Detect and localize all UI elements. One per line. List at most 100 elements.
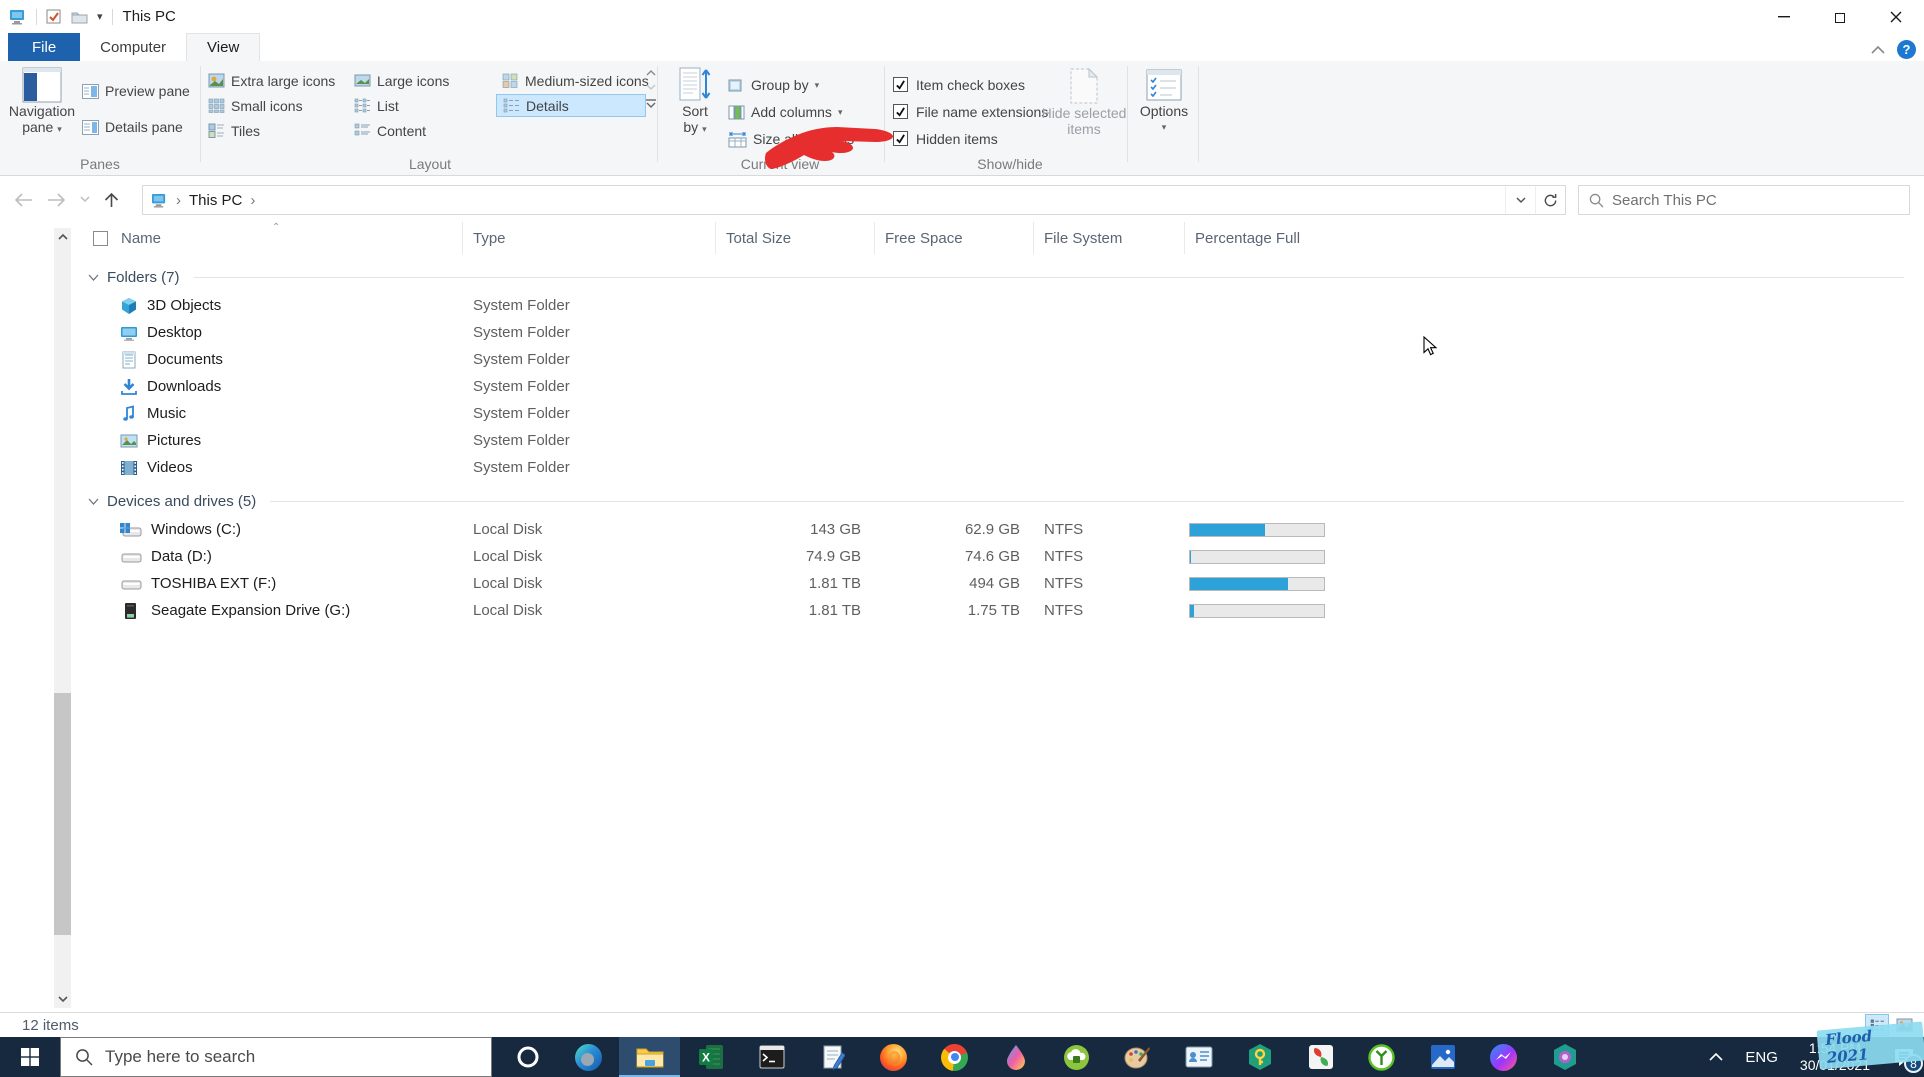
download-manager-app-icon[interactable] bbox=[1290, 1037, 1351, 1077]
options-button[interactable]: Options ▾ bbox=[1136, 67, 1192, 135]
content-icon bbox=[354, 123, 370, 136]
pictures-icon bbox=[120, 434, 138, 447]
qat-customize-chevron-icon[interactable]: ▾ bbox=[97, 10, 103, 23]
explorer-search-box[interactable] bbox=[1578, 185, 1910, 215]
group-header-devices[interactable]: Devices and drives (5) bbox=[88, 486, 1904, 516]
contact-card-app-icon[interactable] bbox=[1168, 1037, 1229, 1077]
scrollbar-thumb[interactable] bbox=[54, 693, 71, 935]
column-header-total-size[interactable]: Total Size bbox=[716, 222, 875, 254]
scroll-up-icon[interactable] bbox=[54, 228, 71, 245]
minimize-button[interactable] bbox=[1756, 0, 1812, 33]
teardrop-app-icon[interactable] bbox=[985, 1037, 1046, 1077]
command-prompt-icon[interactable] bbox=[741, 1037, 802, 1077]
layout-large-icons[interactable]: Large icons bbox=[348, 69, 455, 92]
scroll-down-icon[interactable] bbox=[54, 991, 71, 1008]
password-manager-app-icon[interactable] bbox=[1229, 1037, 1290, 1077]
list-item-toshiba-f[interactable]: TOSHIBA EXT (F:) Local Disk 1.81 TB 494 … bbox=[92, 570, 1924, 597]
paint-icon[interactable] bbox=[1107, 1037, 1168, 1077]
preview-pane-button[interactable]: Preview pane bbox=[82, 79, 190, 103]
edge-icon[interactable] bbox=[558, 1037, 619, 1077]
list-item-pictures[interactable]: Pictures System Folder bbox=[92, 427, 1924, 454]
list-item-windows-c[interactable]: Windows (C:) Local Disk 143 GB 62.9 GB N… bbox=[92, 516, 1924, 543]
file-explorer-icon[interactable] bbox=[619, 1037, 680, 1077]
new-folder-icon[interactable] bbox=[71, 10, 88, 24]
address-field[interactable]: › This PC › bbox=[142, 185, 1566, 215]
left-scrollbar[interactable] bbox=[54, 228, 71, 1008]
cortana-icon[interactable] bbox=[497, 1037, 558, 1077]
tab-view[interactable]: View bbox=[186, 33, 261, 61]
taskbar-search-box[interactable] bbox=[60, 1037, 492, 1077]
group-label-layout: Layout bbox=[408, 156, 452, 172]
layout-details-selected[interactable]: Details bbox=[496, 94, 646, 117]
chrome-icon[interactable] bbox=[924, 1037, 985, 1077]
list-item-music[interactable]: Music System Folder bbox=[92, 400, 1924, 427]
tab-computer[interactable]: Computer bbox=[80, 33, 186, 61]
firefox-icon[interactable] bbox=[863, 1037, 924, 1077]
refresh-icon[interactable] bbox=[1535, 186, 1565, 214]
hide-selected-items-button[interactable]: Hide selected items bbox=[1038, 67, 1130, 137]
properties-check-icon[interactable] bbox=[46, 9, 62, 25]
layout-medium-icons[interactable]: Medium-sized icons bbox=[496, 69, 655, 92]
layout-more-icon[interactable] bbox=[645, 99, 657, 109]
cloud-backup-app-icon[interactable] bbox=[1046, 1037, 1107, 1077]
security-app-icon[interactable] bbox=[1534, 1037, 1595, 1077]
file-name-extensions-checkbox[interactable]: File name extensions bbox=[893, 100, 1048, 123]
column-header-free-space[interactable]: Free Space bbox=[875, 222, 1034, 254]
help-icon[interactable]: ? bbox=[1897, 40, 1916, 59]
list-item-data-d[interactable]: Data (D:) Local Disk 74.9 GB 74.6 GB NTF… bbox=[92, 543, 1924, 570]
start-button[interactable] bbox=[0, 1037, 60, 1077]
restore-button[interactable] bbox=[1812, 0, 1868, 33]
breadcrumb-chevron-icon[interactable]: › bbox=[250, 192, 255, 209]
close-button[interactable] bbox=[1868, 0, 1924, 33]
treesize-app-icon[interactable] bbox=[1351, 1037, 1412, 1077]
up-icon[interactable] bbox=[104, 192, 119, 208]
layout-list[interactable]: List bbox=[348, 94, 405, 117]
list-item-3d-objects[interactable]: 3D Objects System Folder bbox=[92, 292, 1924, 319]
back-icon[interactable] bbox=[14, 192, 33, 207]
layout-tiles[interactable]: Tiles bbox=[202, 119, 266, 142]
music-icon bbox=[123, 404, 134, 421]
recent-locations-chevron-icon[interactable] bbox=[80, 196, 90, 203]
details-pane-button[interactable]: Details pane bbox=[82, 115, 183, 139]
group-collapse-chevron-icon[interactable] bbox=[88, 274, 99, 281]
sort-by-button[interactable]: Sort by ▾ bbox=[672, 67, 718, 137]
column-header-type[interactable]: Type bbox=[463, 222, 716, 254]
tray-show-hidden-icons-chevron[interactable] bbox=[1709, 1053, 1723, 1061]
address-dropdown-chevron-icon[interactable] bbox=[1505, 186, 1535, 214]
taskbar-search-input[interactable] bbox=[105, 1047, 435, 1067]
group-by-button[interactable]: Group by ▾ bbox=[728, 73, 819, 97]
layout-small-icons[interactable]: Small icons bbox=[202, 94, 309, 117]
list-item-seagate-g[interactable]: Seagate Expansion Drive (G:) Local Disk … bbox=[92, 597, 1924, 624]
list-item-downloads[interactable]: Downloads System Folder bbox=[92, 373, 1924, 400]
breadcrumb[interactable]: › This PC › bbox=[143, 192, 1505, 209]
list-item-videos[interactable]: Videos System Folder bbox=[92, 454, 1924, 481]
breadcrumb-chevron-icon[interactable]: › bbox=[176, 192, 181, 209]
navigation-pane-button[interactable]: Navigation pane ▾ bbox=[9, 67, 75, 137]
group-by-icon bbox=[728, 79, 742, 91]
select-all-checkbox[interactable] bbox=[93, 230, 108, 246]
list-item-desktop[interactable]: Desktop System Folder bbox=[92, 319, 1924, 346]
collapse-ribbon-chevron-icon[interactable] bbox=[1871, 45, 1885, 54]
forward-icon[interactable] bbox=[47, 192, 66, 207]
column-header-file-system[interactable]: File System bbox=[1034, 222, 1185, 254]
layout-scroll-up-icon[interactable] bbox=[646, 69, 656, 76]
layout-scroll-down-icon[interactable] bbox=[646, 84, 656, 91]
explorer-search-input[interactable] bbox=[1612, 191, 1862, 209]
column-header-percentage-full[interactable]: Percentage Full bbox=[1185, 222, 1399, 254]
group-collapse-chevron-icon[interactable] bbox=[88, 498, 99, 505]
hidden-items-checkbox[interactable]: Hidden items bbox=[893, 127, 998, 150]
layout-extra-large-icons[interactable]: Extra large icons bbox=[202, 69, 341, 92]
layout-content[interactable]: Content bbox=[348, 119, 432, 142]
photos-app-icon[interactable] bbox=[1412, 1037, 1473, 1077]
list-item-documents[interactable]: Documents System Folder bbox=[92, 346, 1924, 373]
tab-file[interactable]: File bbox=[8, 33, 81, 61]
excel-icon[interactable]: X bbox=[680, 1037, 741, 1077]
group-header-folders[interactable]: Folders (7) bbox=[88, 262, 1904, 292]
breadcrumb-this-pc[interactable]: This PC bbox=[189, 192, 242, 209]
notepad-icon[interactable] bbox=[802, 1037, 863, 1077]
language-indicator[interactable]: ENG bbox=[1745, 1049, 1778, 1066]
item-check-boxes-checkbox[interactable]: Item check boxes bbox=[893, 73, 1025, 96]
column-header-name[interactable]: Name bbox=[92, 222, 463, 254]
messenger-icon[interactable] bbox=[1473, 1037, 1534, 1077]
local-disk-icon bbox=[121, 553, 142, 562]
